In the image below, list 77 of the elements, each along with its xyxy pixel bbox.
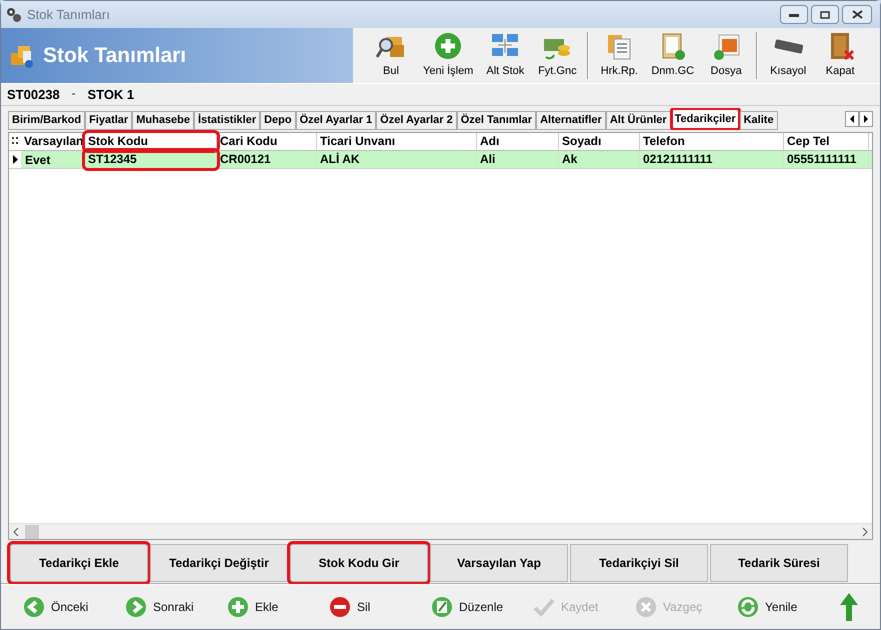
column-header[interactable]: Soyadı [559, 133, 640, 150]
tab[interactable]: Alternatifler [536, 111, 606, 130]
minus-icon [329, 596, 351, 618]
action-button[interactable]: Tedarikçiyi Sil [570, 544, 708, 582]
toolbar-button[interactable]: Bul [365, 28, 417, 83]
table-cell: Ali [477, 151, 559, 168]
action-button[interactable]: Tedarik Süresi [710, 544, 848, 582]
toolbar-button[interactable]: Kapat [814, 28, 866, 83]
table-row[interactable]: Evet ST12345 CR00121 ALİ AK Ali Ak 02121111111 05551111111 [9, 151, 872, 169]
column-header[interactable]: Stok Kodu [85, 133, 217, 150]
tab[interactable]: Fiyatlar [85, 111, 132, 130]
check-icon [533, 596, 555, 618]
tab[interactable]: Özel Ayarlar 1 [296, 111, 376, 130]
tab[interactable]: Kalite [740, 111, 778, 130]
close-button[interactable] [842, 5, 872, 24]
pencil-icon [431, 596, 453, 618]
toolbar-button[interactable]: Hrk.Rp. [593, 28, 646, 83]
minimize-icon [789, 12, 799, 16]
scroll-right-button[interactable] [859, 111, 873, 127]
tab[interactable]: İstatistikler [194, 111, 260, 130]
up-arrow-icon [840, 593, 858, 621]
toolbar-button[interactable]: Dosya [700, 28, 752, 83]
toolbar-button[interactable]: Alt Stok [479, 28, 532, 83]
window-title: Stok Tanımları [27, 6, 110, 24]
separator: - [72, 87, 76, 102]
up-button[interactable] [840, 593, 858, 621]
action-button[interactable]: Tedarikçi Ekle [10, 544, 148, 582]
scrollbar-thumb[interactable] [25, 524, 39, 538]
header-title: Stok Tanımları [43, 42, 186, 69]
table-cell: ST12345 [85, 151, 217, 168]
stock-name: STOK 1 [87, 86, 134, 104]
table-cell: Ak [559, 151, 640, 168]
table-cell: Evet [21, 151, 85, 168]
right-arrow-icon [863, 115, 869, 123]
column-header[interactable]: Varsayılan [21, 133, 85, 150]
tab[interactable]: Özel Ayarlar 2 [376, 111, 457, 130]
tab[interactable]: Depo [260, 111, 296, 130]
action-button[interactable]: Tedarikçi Değiştir [150, 544, 288, 582]
plus-icon [227, 596, 249, 618]
tab[interactable]: Muhasebe [132, 111, 194, 130]
nav-button[interactable]: Sonraki [125, 596, 227, 618]
tab[interactable]: Birim/Barkod [8, 111, 86, 130]
toolbar-button[interactable]: Kısayol [762, 28, 814, 83]
cancel-icon [635, 596, 657, 618]
nav-button[interactable]: Düzenle [431, 596, 533, 618]
row-pointer-icon [12, 155, 18, 164]
maximize-button[interactable] [811, 5, 839, 24]
column-header[interactable]: Telefon [640, 133, 784, 150]
column-header[interactable]: Ticari Unvanı [317, 133, 477, 150]
table-cell: 05551111111 [784, 151, 869, 168]
column-header[interactable]: Cari Kodu [217, 133, 317, 150]
scroll-left-button[interactable] [845, 111, 859, 127]
nav-button[interactable]: Önceki [23, 596, 125, 618]
column-header[interactable]: Cep Tel [784, 133, 869, 150]
minimize-button[interactable] [780, 5, 808, 24]
action-button[interactable]: Stok Kodu Gir [290, 544, 428, 582]
close-icon [852, 10, 862, 19]
nav-button[interactable]: Yenile [737, 596, 839, 618]
maximize-icon [820, 10, 830, 18]
tab[interactable]: Özel Tanımlar [456, 111, 536, 130]
nav-button[interactable]: Sil [329, 596, 431, 618]
action-button[interactable]: Varsayılan Yap [430, 544, 568, 582]
column-header[interactable]: Adı [477, 133, 559, 150]
app-icon [5, 6, 23, 24]
table-cell: CR00121 [217, 151, 317, 168]
toolbar-button[interactable]: Fyt.Gnc [531, 28, 584, 83]
table-cell: 02121111111 [640, 151, 784, 168]
toolbar-button[interactable]: Dnm.GC [645, 28, 700, 83]
toolbar-button[interactable]: Yeni İşlem [417, 28, 480, 83]
refresh-icon [737, 596, 759, 618]
left-arrow-icon [849, 115, 855, 123]
table-cell: ALİ AK [317, 151, 477, 168]
plus-icon [433, 30, 464, 60]
stock-code: ST00238 [7, 86, 60, 104]
nav-button[interactable]: Ekle [227, 596, 329, 618]
tab[interactable]: Tedarikçiler [670, 108, 740, 130]
tab[interactable]: Alt Ürünler [606, 111, 671, 130]
